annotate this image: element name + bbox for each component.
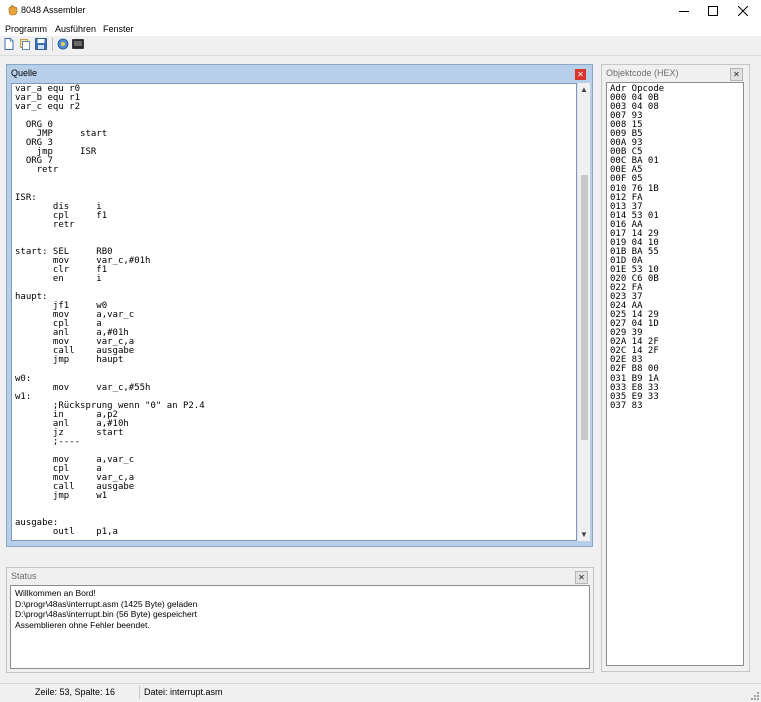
objectcode-window-title: Objektcode (HEX) xyxy=(606,68,679,78)
maximize-icon xyxy=(708,6,718,16)
source-scrollbar[interactable]: ▲ ▼ xyxy=(577,83,590,541)
objectcode-rows: 000 04 0B 003 04 08 007 93 008 15 009 B5… xyxy=(610,93,659,411)
status-line: Assemblieren ohne Fehler beendet. xyxy=(15,620,150,631)
objectcode-listing[interactable]: Adr Opcode 000 04 0B 003 04 08 007 93 00… xyxy=(606,82,744,666)
status-line: D:\progr\48as\interrupt.asm (1425 Byte) … xyxy=(15,598,198,609)
status-line: D:\progr\48as\interrupt.bin (56 Byte) ge… xyxy=(15,609,197,620)
minimize-icon xyxy=(679,11,689,12)
new-file-icon[interactable] xyxy=(3,38,15,50)
status-window-title: Status xyxy=(11,571,37,581)
resize-grip-icon[interactable] xyxy=(749,690,759,700)
objectcode-close-button[interactable]: ✕ xyxy=(730,68,743,81)
source-close-button[interactable]: ✕ xyxy=(575,69,586,80)
chevron-up-icon[interactable]: ▲ xyxy=(580,85,588,94)
current-file: Datei: interrupt.asm xyxy=(144,687,223,697)
menu-ausfuehren[interactable]: Ausführen xyxy=(55,24,96,34)
title-bar: 8048 Assembler xyxy=(0,0,761,22)
minimize-button[interactable] xyxy=(669,0,699,22)
status-window-header: Status ✕ xyxy=(7,568,593,584)
window-title: 8048 Assembler xyxy=(21,5,86,15)
chevron-down-icon[interactable]: ▼ xyxy=(580,530,588,539)
source-window-header: Quelle ✕ xyxy=(7,65,592,81)
open-file-icon[interactable] xyxy=(19,38,31,50)
close-window-button[interactable] xyxy=(728,0,758,22)
menu-programm[interactable]: Programm xyxy=(5,24,47,34)
status-line: Willkommen an Bord! xyxy=(15,588,96,598)
close-icon: ✕ xyxy=(577,70,584,79)
objectcode-window-header: Objektcode (HEX) ✕ xyxy=(602,65,749,81)
source-editor[interactable]: var_a equ r0 var_b equ r1 var_c equ r2 O… xyxy=(11,83,577,541)
save-file-icon[interactable] xyxy=(35,38,47,50)
objectcode-window: Objektcode (HEX) ✕ Adr Opcode 000 04 0B … xyxy=(601,64,750,672)
status-close-button[interactable]: ✕ xyxy=(575,571,588,584)
objectcode-row: 037 83 xyxy=(610,400,643,411)
toolbar-separator xyxy=(52,38,53,51)
statusbar-divider xyxy=(139,686,140,699)
close-icon: ✕ xyxy=(578,573,585,582)
maximize-button[interactable] xyxy=(698,0,728,22)
source-window-title: Quelle xyxy=(11,68,38,78)
toolbar xyxy=(0,36,761,56)
close-icon xyxy=(738,6,748,16)
assemble-icon[interactable] xyxy=(57,38,69,50)
output-window-icon[interactable] xyxy=(72,38,84,50)
hand-pointer-icon xyxy=(8,5,18,16)
scrollbar-thumb[interactable] xyxy=(581,175,588,440)
objectcode-text: Adr Opcode 000 04 0B 003 04 08 007 93 00… xyxy=(607,83,743,411)
menu-bar: Programm Ausführen Fenster xyxy=(0,22,761,36)
source-code-text[interactable]: var_a equ r0 var_b equ r1 var_c equ r2 O… xyxy=(12,84,576,537)
source-window: Quelle ✕ var_a equ r0 var_b equ r1 var_c… xyxy=(6,64,593,547)
close-icon: ✕ xyxy=(733,70,740,79)
status-log[interactable]: Willkommen an Bord! D:\progr\48as\interr… xyxy=(10,585,590,669)
menu-fenster[interactable]: Fenster xyxy=(103,24,134,34)
cursor-position: Zeile: 53, Spalte: 16 xyxy=(35,687,116,697)
status-bar: Zeile: 53, Spalte: 16 Datei: interrupt.a… xyxy=(0,683,761,702)
status-window: Status ✕ Willkommen an Bord! D:\progr\48… xyxy=(6,567,594,673)
